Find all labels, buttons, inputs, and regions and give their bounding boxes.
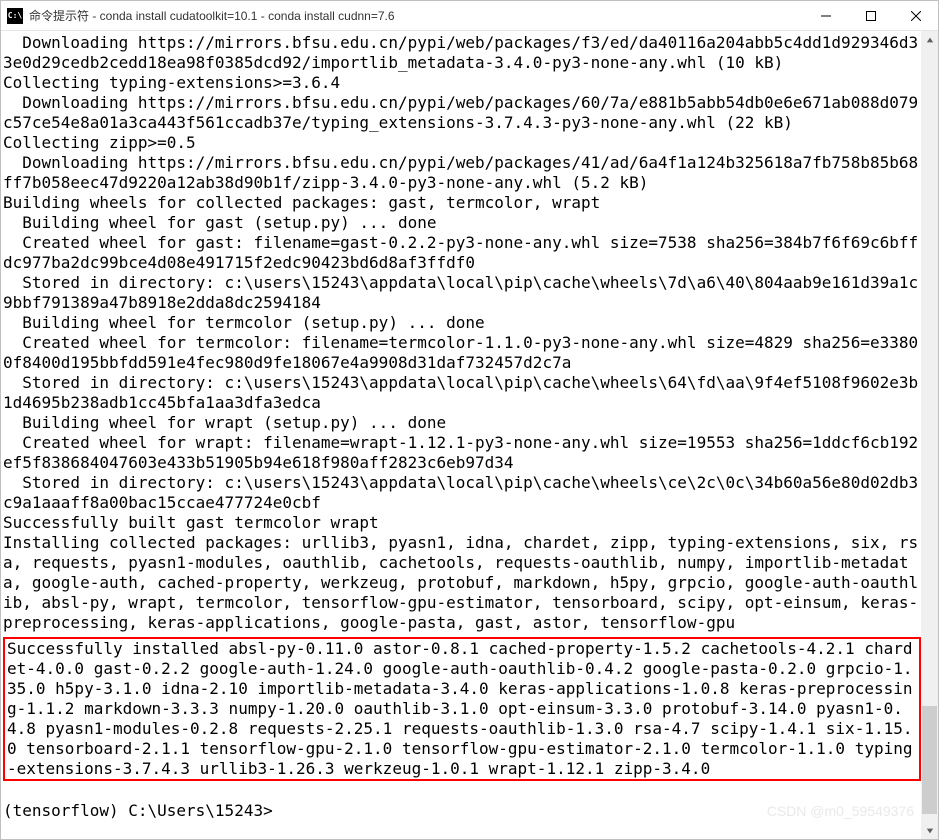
terminal-output[interactable]: Downloading https://mirrors.bfsu.edu.cn/…: [1, 31, 921, 839]
cmd-icon: C:\: [7, 8, 23, 24]
chevron-down-icon: [926, 827, 934, 835]
maximize-button[interactable]: [848, 1, 893, 30]
success-text: Successfully installed absl-py-0.11.0 as…: [7, 639, 912, 778]
scroll-down-button[interactable]: [921, 822, 938, 839]
titlebar[interactable]: C:\ 命令提示符 - conda install cudatoolkit=10…: [1, 1, 938, 31]
window-buttons: [803, 1, 938, 30]
window-title: 命令提示符 - conda install cudatoolkit=10.1 -…: [29, 7, 395, 24]
vertical-scrollbar[interactable]: [921, 31, 938, 839]
success-highlight-box: Successfully installed absl-py-0.11.0 as…: [3, 637, 921, 781]
scroll-up-button[interactable]: [921, 31, 938, 48]
close-icon: [911, 11, 921, 21]
minimize-button[interactable]: [803, 1, 848, 30]
minimize-icon: [821, 11, 831, 21]
scrollbar-thumb[interactable]: [922, 706, 937, 814]
maximize-icon: [866, 11, 876, 21]
close-button[interactable]: [893, 1, 938, 30]
terminal-text-top: Downloading https://mirrors.bfsu.edu.cn/…: [3, 33, 918, 632]
chevron-up-icon: [926, 36, 934, 44]
prompt-line[interactable]: (tensorflow) C:\Users\15243>: [3, 801, 273, 820]
command-prompt-window: C:\ 命令提示符 - conda install cudatoolkit=10…: [0, 0, 939, 840]
content-area: Downloading https://mirrors.bfsu.edu.cn/…: [1, 31, 938, 839]
scrollbar-track[interactable]: [921, 48, 938, 822]
